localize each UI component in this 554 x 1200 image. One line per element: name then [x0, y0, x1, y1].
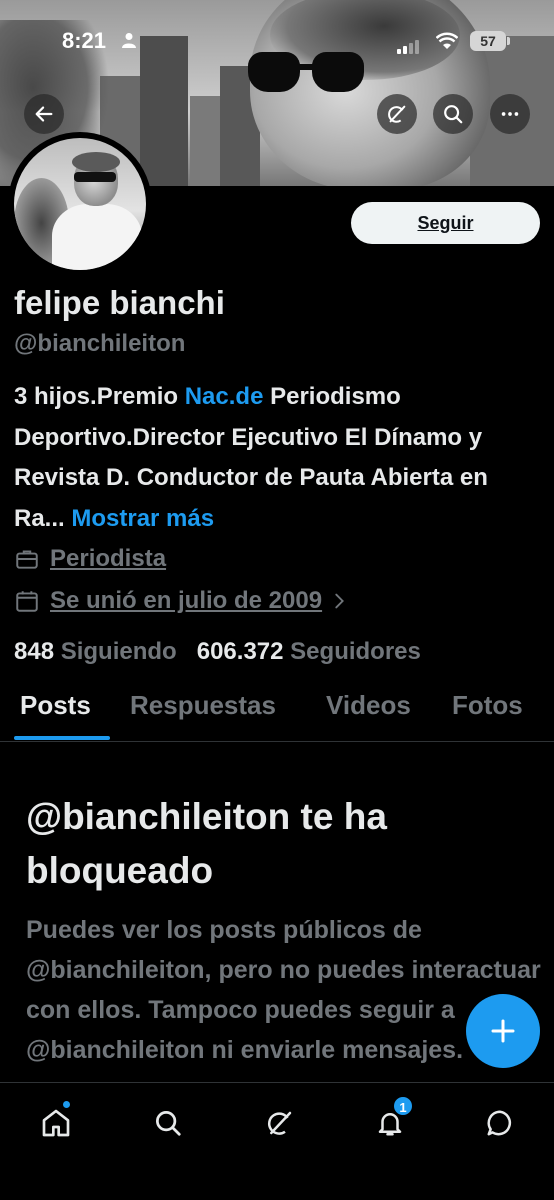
more-button[interactable]: [490, 94, 530, 134]
followers-label: Seguidores: [290, 638, 421, 665]
more-icon: [501, 112, 519, 116]
following-link[interactable]: 848 Siguiendo: [14, 638, 177, 665]
chat-bubble-icon: [487, 1110, 512, 1136]
blocked-body: Puedes ver los posts públicos de @bianch…: [26, 916, 541, 1064]
blocked-title: @bianchileiton te ha bloqueado: [26, 796, 387, 891]
profile-tabs: Posts Respuestas Videos Fotos: [0, 690, 554, 742]
briefcase-icon: [16, 550, 38, 569]
tab-videos[interactable]: Videos: [326, 690, 411, 721]
follow-counts: 848 Siguiendo 606.372 Seguidores: [14, 638, 421, 666]
battery-indicator: 57: [470, 31, 510, 51]
active-tab-indicator: [14, 736, 110, 740]
wifi-icon: [436, 32, 458, 49]
nav-search[interactable]: [148, 1103, 188, 1143]
tab-posts[interactable]: Posts: [20, 690, 91, 721]
person-icon: [122, 33, 136, 48]
status-time: 8:21: [62, 28, 107, 53]
bottom-nav: 1: [0, 1082, 554, 1200]
bio-text: 3 hijos.Premio: [14, 383, 185, 410]
profile-bio: 3 hijos.Premio Nac.de Periodismo Deporti…: [14, 377, 544, 539]
joined-label: Se unió en julio de 2009: [50, 587, 323, 614]
following-label: Siguiendo: [60, 638, 177, 665]
grok-icon: [388, 105, 406, 123]
grok-button[interactable]: [377, 94, 417, 134]
notification-badge: 1: [392, 1095, 414, 1117]
profile-handle: @bianchileiton: [14, 330, 186, 357]
avatar-image: [14, 138, 146, 270]
compose-button[interactable]: [466, 994, 540, 1068]
nav-home[interactable]: [36, 1101, 76, 1143]
profile-job[interactable]: Periodista: [14, 545, 166, 573]
tab-respuestas[interactable]: Respuestas: [130, 690, 276, 721]
banner-building: [190, 96, 220, 186]
profile-avatar[interactable]: [8, 132, 152, 276]
profile-name: felipe bianchi: [14, 284, 225, 321]
chevron-right-icon: [335, 593, 345, 609]
search-button[interactable]: [433, 94, 473, 134]
followers-link[interactable]: 606.372 Seguidores: [197, 638, 421, 665]
follow-button[interactable]: Seguir: [351, 202, 540, 244]
home-unread-dot: [63, 1101, 70, 1108]
search-icon: [156, 1111, 181, 1136]
job-label: Periodista: [50, 545, 167, 572]
bio-link[interactable]: Nac.de: [185, 383, 264, 410]
search-icon: [444, 105, 463, 124]
followers-count: 606.372: [196, 638, 284, 665]
back-button[interactable]: [24, 94, 64, 134]
following-count: 848: [14, 638, 55, 665]
status-bar: 8:21 57: [0, 0, 554, 70]
arrow-left-icon: [35, 106, 53, 122]
tab-fotos[interactable]: Fotos: [452, 690, 523, 721]
plus-icon: [491, 1019, 515, 1043]
nav-grok[interactable]: [260, 1103, 300, 1143]
profile-joined[interactable]: Se unió en julio de 2009: [14, 587, 350, 615]
calendar-icon: [16, 591, 38, 612]
home-icon: [42, 1109, 70, 1137]
grok-icon: [267, 1111, 292, 1135]
nav-notifications[interactable]: 1: [370, 1095, 414, 1143]
show-more-link[interactable]: Mostrar más: [71, 505, 214, 532]
nav-messages[interactable]: [480, 1103, 520, 1143]
signal-icon: [397, 36, 421, 54]
